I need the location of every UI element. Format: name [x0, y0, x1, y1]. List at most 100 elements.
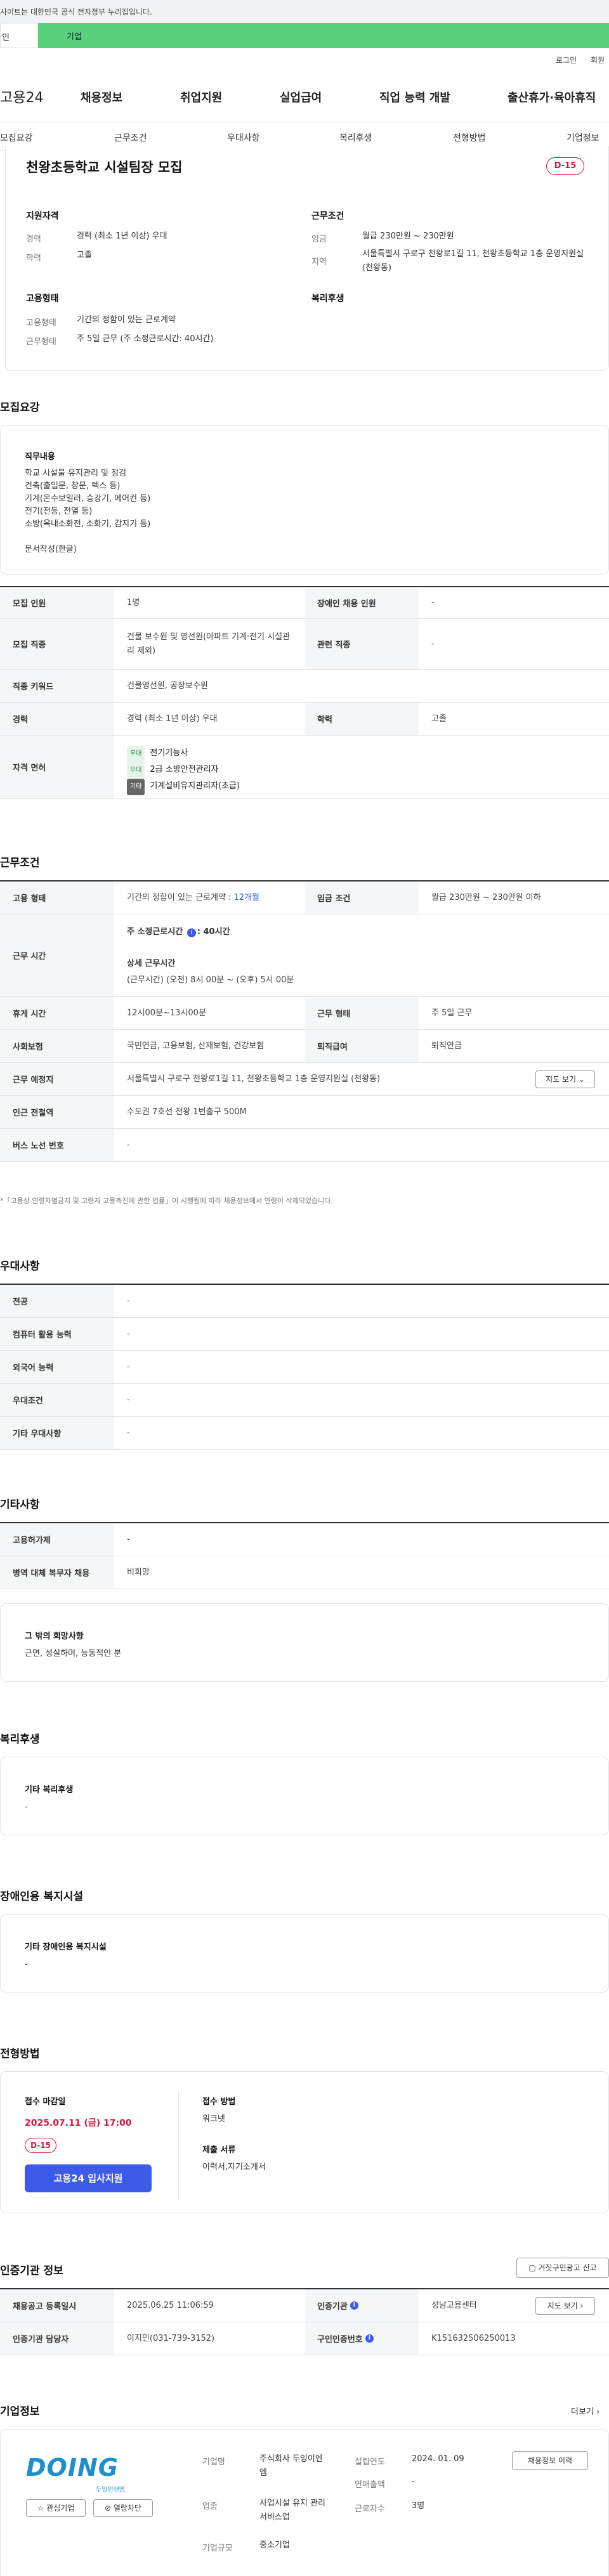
- company-name-value: 주식회사 두잉이엔엠: [259, 2454, 323, 2478]
- report-button[interactable]: ▢ 거짓구인광고 신고: [516, 2258, 609, 2278]
- region-label: 지역: [311, 257, 327, 267]
- row-label: 인증기관 i: [304, 2289, 419, 2322]
- others-heading: 기타사항: [0, 1499, 40, 1511]
- tab-individual[interactable]: 인: [0, 23, 38, 48]
- subnav-selection[interactable]: 전형방법: [453, 131, 486, 144]
- site-logo[interactable]: 고용24: [0, 86, 43, 107]
- gnb-unemployment-benefit[interactable]: 실업급여: [280, 89, 322, 105]
- disability-card: 기타 장애인용 복지시설 -: [0, 1914, 609, 1993]
- method-value: 워크넷: [202, 2114, 225, 2124]
- row-value: -: [127, 1395, 130, 1405]
- preferred-table: 전공 - 컴퓨터 활용 능력 - 외국어 능력 - 우대조건 - 기타 우대사항 -: [0, 1284, 609, 1450]
- gnb-jobs[interactable]: 채용정보: [81, 89, 122, 105]
- subnav-company[interactable]: 기업정보: [566, 131, 599, 144]
- subnav-recruit[interactable]: 모집요강: [0, 131, 33, 144]
- map-button[interactable]: 지도 보기 ⌄: [535, 1070, 595, 1088]
- employees-value: 3명: [412, 2501, 425, 2511]
- license-list: 우대 전기기능사 우대 2급 소방안전관리자 기타 기계설비유지관리자(초급): [127, 746, 240, 795]
- license-item: 우대 전기기능사: [127, 746, 240, 762]
- block-label: 열람차단: [113, 2504, 142, 2513]
- duty-line: 기계(온수보일러, 승강기, 에어컨 등): [25, 494, 151, 504]
- selection-card: 접수 마감일 2025.07.11 (금) 17:00 D-15 고용24 입사…: [0, 2071, 609, 2213]
- industry-value: 사업시설 유지 관리 서비스업: [259, 2499, 325, 2522]
- duty-line: 문서작성(한글): [25, 545, 77, 554]
- chevron-right-icon: ›: [596, 2407, 600, 2417]
- row-label: 외국어 능력: [0, 1351, 114, 1383]
- disability-value: -: [25, 1960, 28, 1969]
- method-label: 접수 방법: [202, 2097, 236, 2107]
- hire-history-button[interactable]: 채용정보 이력: [512, 2451, 588, 2470]
- info-icon[interactable]: i: [187, 928, 196, 937]
- info-icon[interactable]: i: [350, 2301, 358, 2310]
- row-label: 학력: [304, 703, 419, 735]
- row-label: 기타 우대사항: [0, 1417, 114, 1449]
- row-label: 직종 키워드: [0, 670, 114, 702]
- company-card: DOING 두잉인앤엠 ☆ 관심기업 ⊘ 열람차단 기업명 주식회사 두잉이엔엠…: [0, 2429, 609, 2576]
- row-label: 버스 노선 번호: [0, 1129, 114, 1161]
- row-label: 휴게 시간: [0, 997, 114, 1029]
- duty-line: [25, 531, 150, 543]
- table-row: 병역 대체 복무자 채용 비희망: [0, 1556, 609, 1589]
- license-name: 2급 소방안전관리자: [150, 765, 219, 774]
- subnav-conditions[interactable]: 근무조건: [114, 131, 147, 144]
- wage-value: 월급 230만원 ~ 230만원: [362, 231, 454, 241]
- row-label: 관련 직종: [304, 619, 419, 669]
- gnb-parental-leave[interactable]: 출산휴가·육아휴직: [508, 89, 596, 105]
- row-label: 근무 형태: [304, 997, 419, 1029]
- license-badge: 기타: [127, 779, 145, 795]
- employment-contract: 기간의 정함이 있는 근로계약 :: [127, 892, 232, 902]
- row-value: 주 5일 근무: [431, 1008, 473, 1018]
- hope-title: 그 밖의 희망사항: [25, 1632, 84, 1641]
- region-value: 서울특별시 구로구 천왕로1길 11, 천왕초등학교 1층 운영지원실 (천왕동…: [362, 249, 584, 273]
- row-label: 고용허가제: [0, 1523, 114, 1556]
- row-label: 사회보험: [0, 1030, 114, 1062]
- gov-banner-text: 사이트는 대한민국 공식 전자정부 누리집입니다.: [0, 8, 152, 16]
- map-button[interactable]: 지도 보기 ›: [535, 2297, 595, 2315]
- row-value: -: [127, 1362, 130, 1372]
- subnav-welfare[interactable]: 복리후생: [339, 131, 372, 144]
- company-logo: DOING: [26, 2454, 119, 2482]
- company-logo-sub: 두잉인앤엠: [96, 2487, 125, 2494]
- gnb-employment-support[interactable]: 취업지원: [180, 89, 222, 105]
- chevron-down-icon: ⌄: [578, 1075, 585, 1084]
- row-value: 고졸: [431, 713, 447, 724]
- company-name-label: 기업명: [202, 2457, 225, 2467]
- conditions-heading: 근무조건: [311, 211, 344, 221]
- gov-banner: 사이트는 대한민국 공식 전자정부 누리집입니다.: [0, 0, 609, 23]
- apply-button[interactable]: 고용24 입사지원: [25, 2164, 152, 2192]
- duty-line: 전기(전등, 전열 등): [25, 507, 93, 516]
- gnb-vocational-training[interactable]: 직업 능력 개발: [379, 89, 450, 105]
- company-more-link[interactable]: 더보기 ›: [571, 2405, 599, 2417]
- tab-company[interactable]: 기업: [38, 23, 609, 48]
- row-label: 장애인 채용 인원: [304, 587, 419, 618]
- row-label: 자격 면허: [0, 736, 114, 798]
- row-label: 퇴직급여: [304, 1030, 419, 1062]
- size-label: 기업규모: [202, 2544, 233, 2553]
- row-label: 채용공고 등록일시: [0, 2289, 114, 2322]
- estab-label: 설립연도: [355, 2457, 385, 2467]
- job-summary-card: 천왕초등학교 시설팀장 모집 D-15 지원자격 경력 경력 (최소 1년 이상…: [5, 146, 609, 371]
- hope-card: 그 밖의 희망사항 근면, 성실하며, 능동적인 분: [0, 1603, 609, 1682]
- row-value: 국민연금, 고용보험, 산재보험, 건강보험: [127, 1041, 265, 1051]
- table-row: 전공 -: [0, 1285, 609, 1318]
- deadline-label: 접수 마감일: [25, 2097, 66, 2107]
- license-name: 기계설비유지관리자(초급): [150, 781, 240, 791]
- sales-value: -: [412, 2477, 415, 2487]
- interest-button[interactable]: ☆ 관심기업: [26, 2499, 86, 2517]
- login-link[interactable]: 로그인: [556, 55, 577, 65]
- row-label: 우대조건: [0, 1384, 114, 1416]
- block-button[interactable]: ⊘ 열람차단: [93, 2499, 153, 2517]
- preferred-heading: 우대사항: [0, 1260, 40, 1273]
- table-row: 버스 노선 번호 -: [0, 1129, 609, 1162]
- map-button-label: 지도 보기: [546, 1075, 577, 1084]
- subnav-preferred[interactable]: 우대사항: [227, 131, 260, 144]
- row-label: 근무 예정지: [0, 1063, 114, 1095]
- row-value: 건물 보수원 및 영선원(아파트 기계·전기 시설관리 제외): [127, 632, 291, 656]
- info-icon[interactable]: i: [365, 2334, 374, 2343]
- row-label: 인증기관 담당자: [0, 2322, 114, 2355]
- docs-value: 이력서,자기소개서: [202, 2163, 266, 2172]
- join-link[interactable]: 회원: [591, 55, 605, 65]
- deadline-value: 2025.07.11 (금) 17:00: [25, 2118, 132, 2128]
- disability-title: 기타 장애인용 복지시설: [25, 1942, 107, 1952]
- row-value: 1명: [127, 597, 140, 608]
